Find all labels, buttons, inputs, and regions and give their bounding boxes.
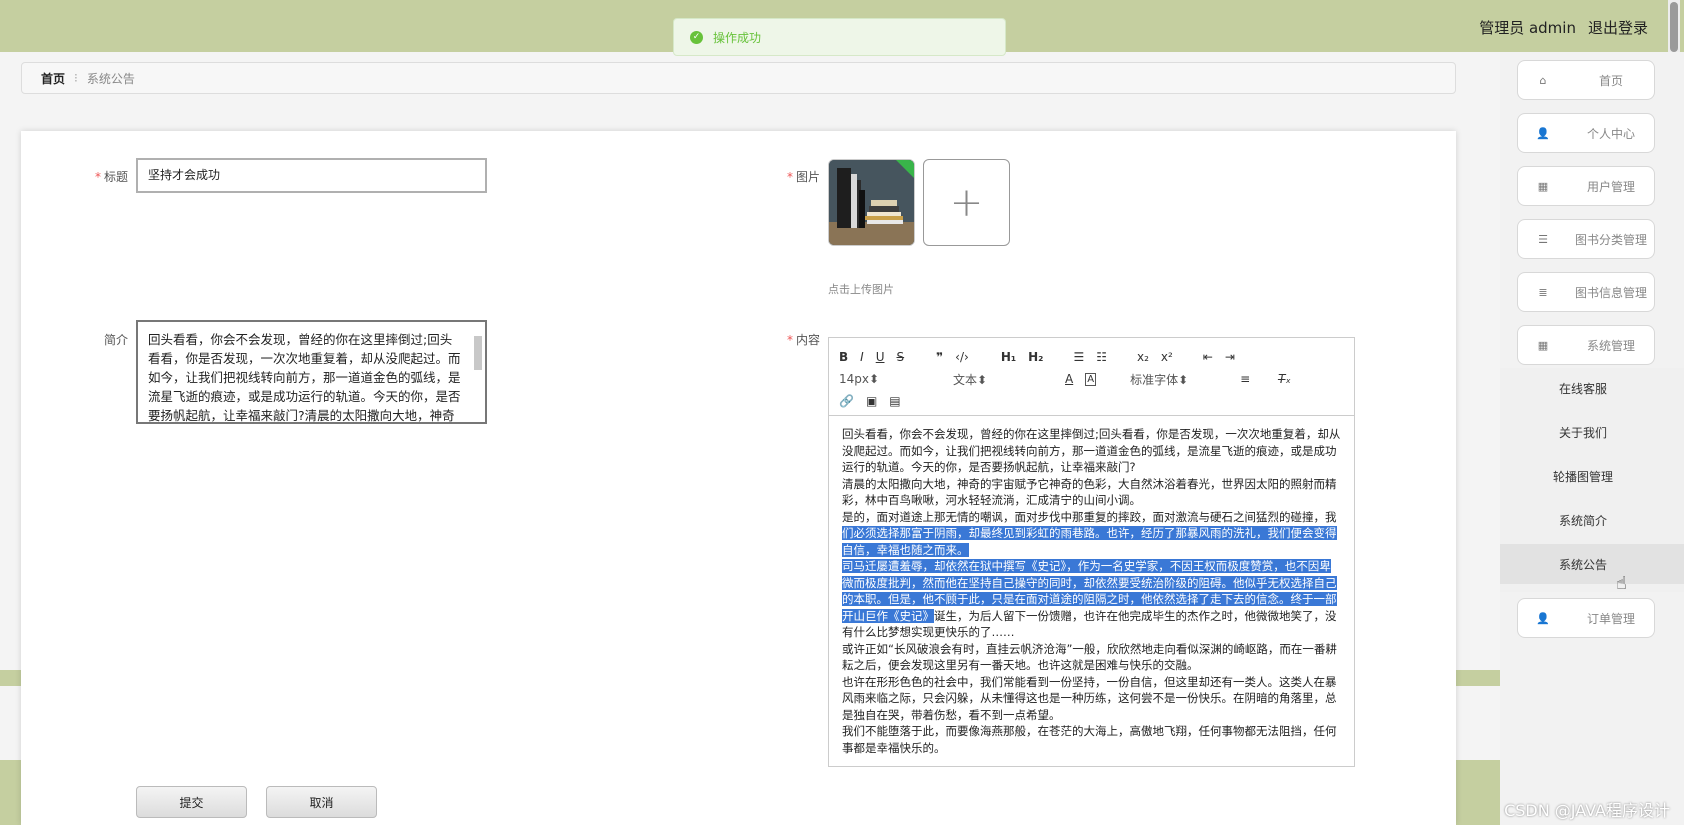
logout-link[interactable]: 退出登录 [1588,17,1648,38]
image-label: * 图片 [786,170,820,184]
breadcrumb: 首页 ⁝ 系统公告 [21,62,1456,94]
editor-toolbar: B I U S ❞ ‹/› H₁ H₂ ☰ ☷ x₂ x² ⇤ ⇥ 14px⬍ … [829,338,1354,416]
list-icon: ≣ [1538,285,1548,299]
font-family-select[interactable]: 标准字体⬍ [1130,371,1212,388]
upload-add-button[interactable]: + [923,159,1010,246]
hand-cursor-icon: ☝ [1616,573,1627,594]
content-paragraph: 也许在形形色色的社会中，我们常能看到一份坚持，一份自信，但这里却还有一类人。这类… [842,674,1337,722]
system-submenu: 在线客服 关于我们 轮播图管理 系统简介 系统公告 [1500,368,1684,592]
submenu-item-announcement[interactable]: 系统公告 [1500,544,1684,584]
summary-text: 回头看看，你会不会发现，曾经的你在这里摔倒过;回头看看，你是否发现，一次次地重复… [148,332,461,423]
submenu-item-about[interactable]: 关于我们 [1500,412,1684,452]
link-icon[interactable]: 🔗 [839,394,854,408]
italic-icon[interactable]: I [860,350,864,364]
font-color-icon[interactable]: A [1065,372,1073,386]
content-paragraph: 我们不能堕落于此，而要像海燕那般，在苍茫的大海上，高傲地飞翔，任何事物都无法阻挡… [842,724,1337,755]
uploaded-image-thumbnail[interactable] [828,159,915,246]
align-icon[interactable]: ≡ [1240,372,1250,386]
font-size-select[interactable]: 14px⬍ [839,372,921,386]
user-area: 管理员 admin 退出登录 [1479,17,1648,38]
content-paragraph: 清晨的太阳撒向大地，神奇的宇宙赋予它神奇的色彩，大自然沐浴着春光，世界因太阳的照… [842,476,1337,508]
heading2-icon[interactable]: H₂ [1028,350,1043,364]
content-paragraph: 回头看看，你会不会发现，曾经的你在这里摔倒过;回头看看，你是否发现，一次次地重复… [842,427,1341,474]
selected-text: 们必须选择那富于阴雨，却最终见到彩虹的雨巷路。也许，经历了那暴风雨的洗礼，我们便… [842,526,1337,557]
submenu-item-online-service[interactable]: 在线客服 [1500,368,1684,408]
cancel-button[interactable]: 取消 [266,786,377,818]
admin-user-label: 管理员 admin [1479,19,1576,37]
rich-text-editor[interactable]: B I U S ❞ ‹/› H₁ H₂ ☰ ☷ x₂ x² ⇤ ⇥ 14px⬍ … [828,337,1355,767]
sidebar: ⌂ 首页 👤 个人中心 ▦ 用户管理 ☰ 图书分类管理 ≣ 图书信息管理 ▦ 系… [1500,52,1684,825]
upload-tip: 点击上传图片 [828,283,894,296]
sidebar-item-system[interactable]: ▦ 系统管理 [1517,325,1655,365]
video-icon[interactable]: ▤ [889,394,900,408]
check-circle-icon: ✓ [690,30,703,44]
grid-icon: ▦ [1537,338,1549,352]
sidebar-item-orders[interactable]: 👤 订单管理 [1517,598,1655,638]
blockquote-icon[interactable]: ❞ [936,350,943,364]
clear-format-icon[interactable]: T̶ₓ [1278,372,1291,386]
bullet-list-icon[interactable]: ☷ [1096,350,1107,364]
home-icon: ⌂ [1539,73,1547,87]
success-toast: ✓ 操作成功 [673,18,1006,56]
underline-icon[interactable]: U [876,350,885,364]
watermark: CSDN @JAVA程序设计 [1504,801,1670,820]
select-arrow-icon: ⬍ [977,372,988,387]
sidebar-item-book-categories[interactable]: ☰ 图书分类管理 [1517,219,1655,259]
code-icon[interactable]: ‹/› [955,350,969,364]
breadcrumb-separator-icon: ⁝ [74,71,78,85]
outdent-icon[interactable]: ⇤ [1203,350,1213,364]
content-paragraph: 司马迁屡遭羞辱，却依然在狱中撰写《史记》，作为一名史学家，不因王权而极度赞赏，也… [842,559,1337,639]
submenu-item-system-intro[interactable]: 系统简介 [1500,500,1684,540]
submenu-item-carousel[interactable]: 轮播图管理 [1500,456,1684,496]
ordered-list-icon[interactable]: ☰ [1073,350,1084,364]
strikethrough-icon[interactable]: S [897,350,905,364]
breadcrumb-home[interactable]: 首页 [41,70,65,87]
bold-icon[interactable]: B [839,350,848,364]
subscript-icon[interactable]: x₂ [1137,350,1149,364]
user-icon: 👤 [1536,126,1550,140]
content-paragraph: 是的，面对道途上那无情的嘲讽，面对步伐中那重复的摔跤，面对激流与硬石之间猛烈的碰… [842,509,1337,557]
sidebar-item-users[interactable]: ▦ 用户管理 [1517,166,1655,206]
plus-icon: + [949,179,984,226]
indent-icon[interactable]: ⇥ [1225,350,1235,364]
summary-label: 简介 [103,333,128,347]
select-arrow-icon: ⬍ [869,372,880,386]
sliders-icon: ☰ [1538,232,1548,246]
heading1-icon[interactable]: H₁ [1001,350,1016,364]
sidebar-item-home[interactable]: ⌂ 首页 [1517,60,1655,100]
content-paragraph: 或许正如“长风破浪会有时，直挂云帆济沧海”一般，欣欣然地走向看似深渊的崎岖路，而… [842,641,1337,673]
title-label: * 标题 [94,170,128,184]
page-scrollbar-thumb[interactable] [1670,2,1678,52]
image-icon[interactable]: ▣ [866,394,877,408]
sidebar-item-profile[interactable]: 👤 个人中心 [1517,113,1655,153]
submit-button[interactable]: 提交 [136,786,247,818]
summary-scrollbar[interactable] [473,326,483,406]
toast-message: 操作成功 [713,30,762,45]
background-color-icon[interactable]: A [1085,372,1097,386]
select-arrow-icon: ⬍ [1178,372,1189,387]
content-label: * 内容 [786,333,820,347]
block-type-select[interactable]: 文本⬍ [953,371,1035,388]
superscript-icon[interactable]: x² [1161,350,1173,364]
sidebar-item-book-info[interactable]: ≣ 图书信息管理 [1517,272,1655,312]
title-input[interactable]: 坚持才会成功 [136,158,487,193]
summary-textarea[interactable]: 回头看看，你会不会发现，曾经的你在这里摔倒过;回头看看，你是否发现，一次次地重复… [136,320,487,424]
user-icon: 👤 [1536,611,1550,625]
breadcrumb-current: 系统公告 [86,71,135,86]
grid-icon: ▦ [1537,179,1549,193]
editor-content[interactable]: 回头看看，你会不会发现，曾经的你在这里摔倒过;回头看看，你是否发现，一次次地重复… [829,416,1354,766]
